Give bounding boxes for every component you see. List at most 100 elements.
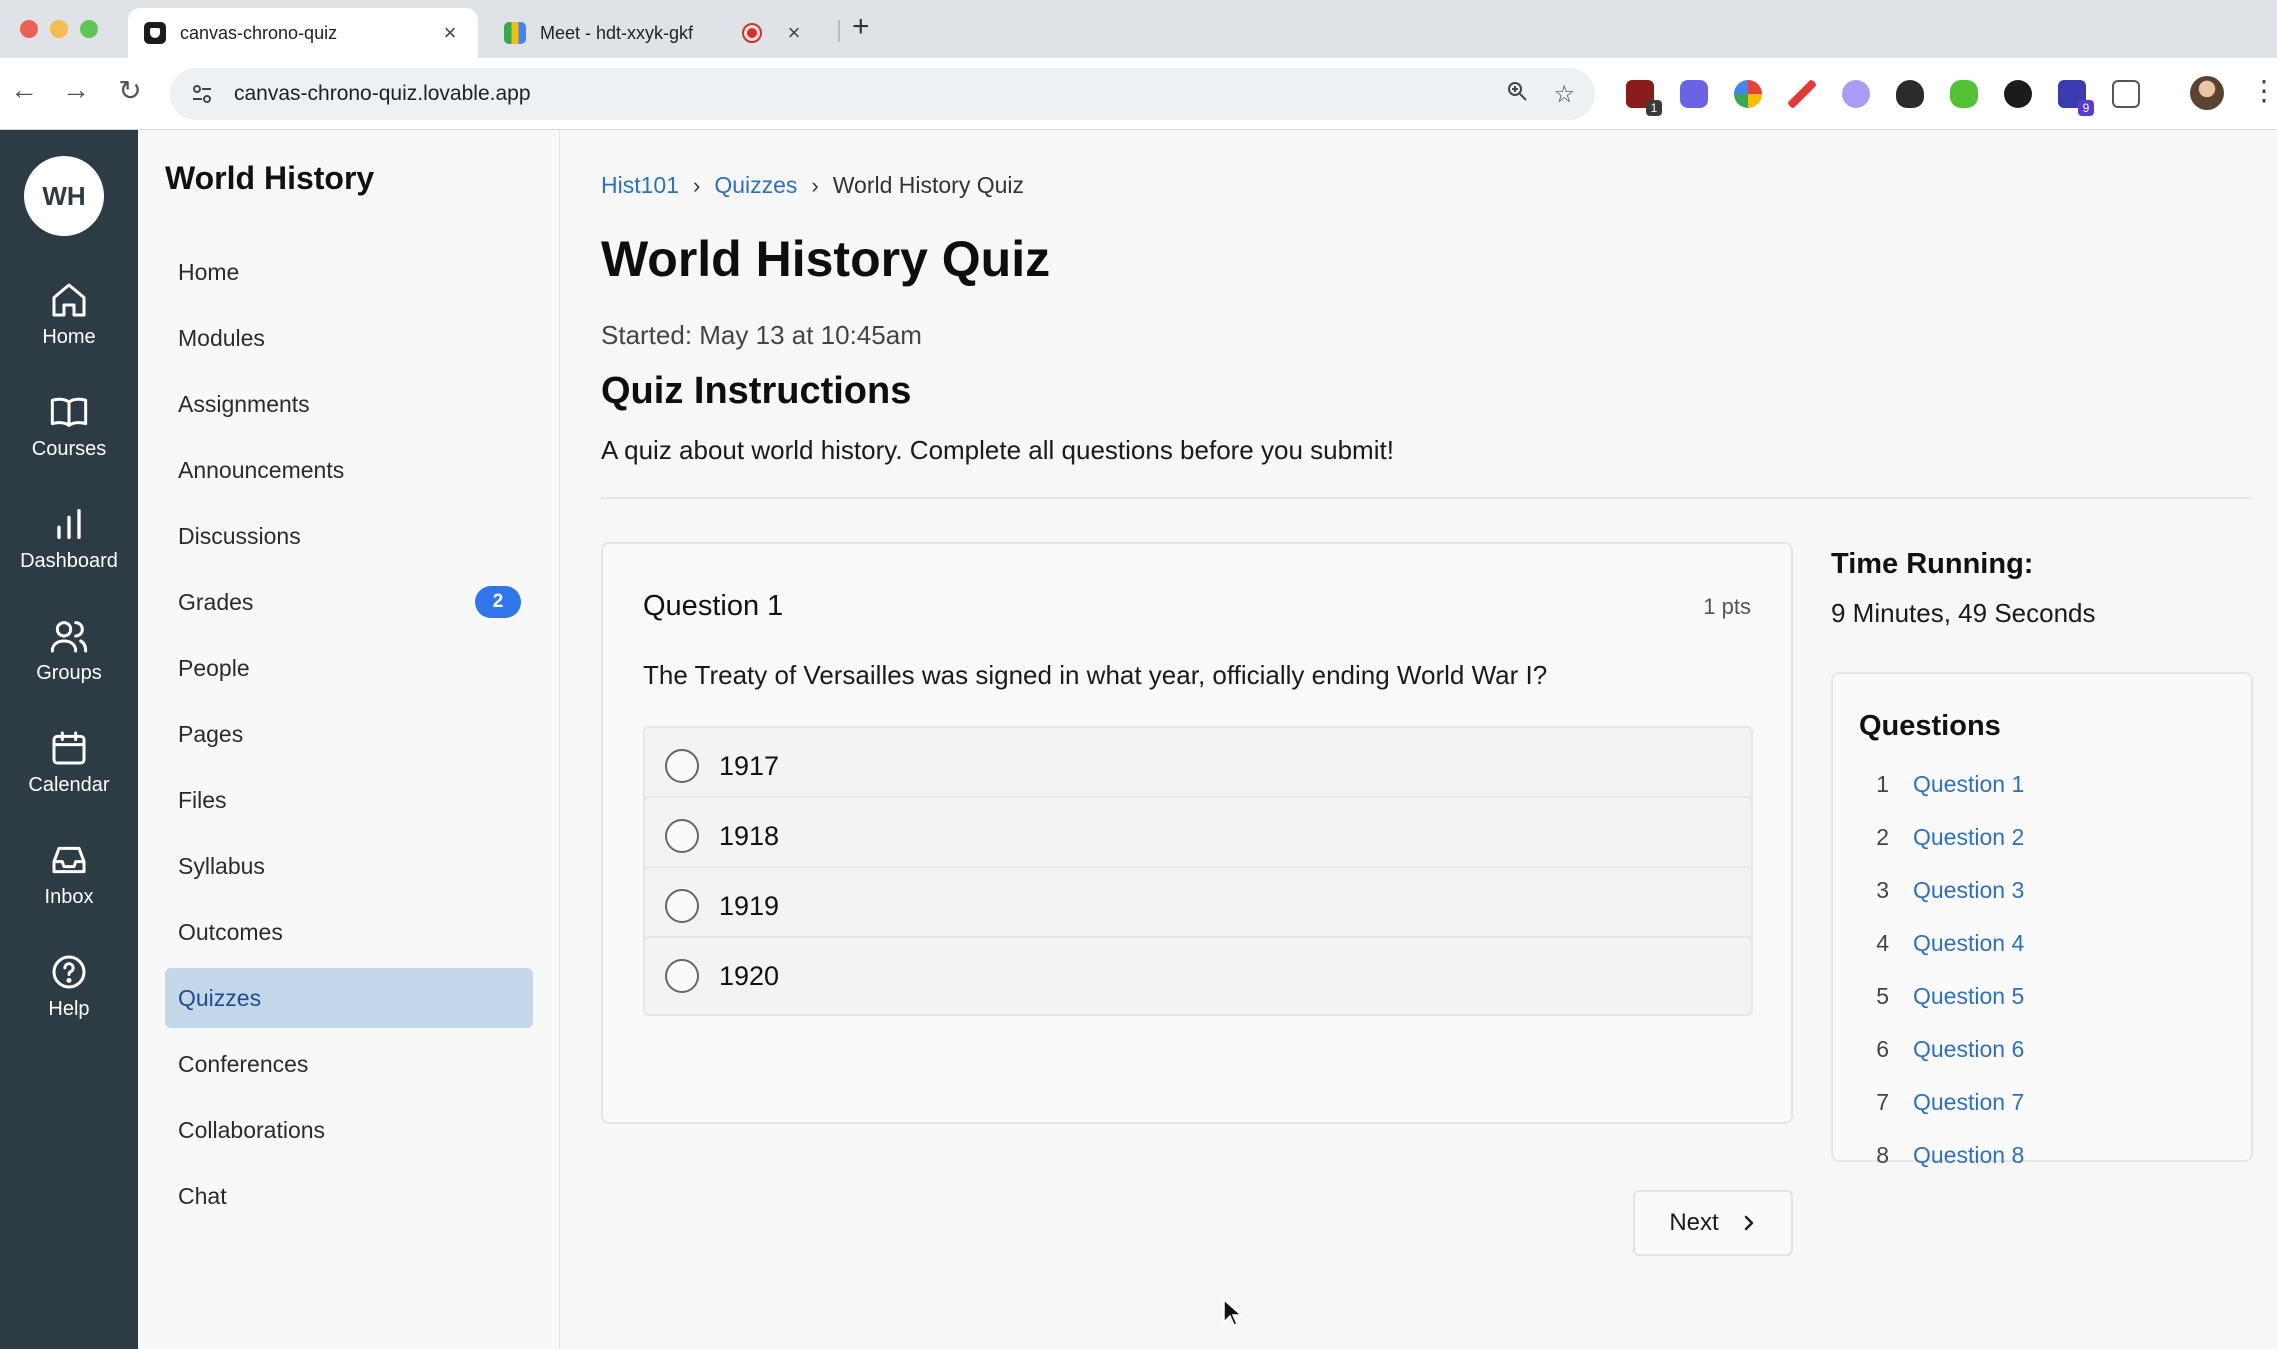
course-nav-conferences[interactable]: Conferences bbox=[165, 1034, 533, 1094]
global-nav-dashboard[interactable]: Dashboard bbox=[0, 504, 138, 604]
answer-option[interactable]: 1918 bbox=[643, 796, 1753, 876]
breadcrumb-course-link[interactable]: Hist101 bbox=[601, 172, 679, 199]
course-nav-label: Grades bbox=[178, 588, 254, 615]
forward-icon[interactable]: → bbox=[56, 74, 96, 106]
course-nav-outcomes[interactable]: Outcomes bbox=[165, 902, 533, 962]
zoom-icon[interactable] bbox=[1505, 79, 1529, 110]
course-nav-assignments[interactable]: Assignments bbox=[165, 374, 533, 434]
site-settings-icon[interactable] bbox=[190, 82, 214, 106]
window-zoom-button[interactable] bbox=[80, 20, 98, 38]
next-button[interactable]: Next bbox=[1633, 1190, 1793, 1256]
course-nav-home[interactable]: Home bbox=[165, 242, 533, 302]
global-nav-label: Inbox bbox=[44, 886, 94, 908]
breadcrumb-quizzes-link[interactable]: Quizzes bbox=[714, 172, 797, 199]
question-link-2[interactable]: 2 Question 2 bbox=[1859, 817, 2024, 857]
browser-tab-bar: canvas-chrono-quiz × Meet - hdt-xxyk-gkf… bbox=[0, 0, 2277, 58]
radio-button[interactable] bbox=[665, 749, 699, 783]
recording-icon bbox=[742, 23, 762, 43]
question-link-5[interactable]: 5 Question 5 bbox=[1859, 976, 2024, 1016]
chevron-right-icon bbox=[1744, 1215, 1753, 1231]
global-nav: WH Home Courses Dashboard Groups Calenda… bbox=[0, 130, 138, 1349]
extensions-puzzle-icon[interactable] bbox=[2112, 80, 2140, 108]
question-link-7[interactable]: 7 Question 7 bbox=[1859, 1082, 2024, 1122]
question-link-label: Question 4 bbox=[1913, 929, 2025, 956]
course-nav-discussions[interactable]: Discussions bbox=[165, 506, 533, 566]
global-nav-courses[interactable]: Courses bbox=[0, 392, 138, 492]
main-content: Hist101 › Quizzes › World History Quiz W… bbox=[561, 130, 2277, 1349]
answer-option[interactable]: 1919 bbox=[643, 866, 1753, 946]
extension-dark-icon[interactable] bbox=[2004, 80, 2032, 108]
window-minimize-button[interactable] bbox=[50, 20, 68, 38]
global-nav-label: Help bbox=[48, 998, 90, 1020]
answer-option[interactable]: 1917 bbox=[643, 726, 1753, 806]
answer-label: 1917 bbox=[719, 750, 780, 781]
question-link-3[interactable]: 3 Question 3 bbox=[1859, 870, 2024, 910]
window-close-button[interactable] bbox=[20, 20, 38, 38]
instructions-text: A quiz about world history. Complete all… bbox=[601, 435, 1394, 465]
home-icon bbox=[52, 283, 86, 317]
browser-tab-meet[interactable]: Meet - hdt-xxyk-gkf × bbox=[490, 8, 820, 58]
extension-blue-icon[interactable]: 9 bbox=[2058, 80, 2094, 116]
answer-label: 1919 bbox=[719, 890, 780, 921]
profile-avatar[interactable] bbox=[2190, 76, 2224, 110]
extension-pen-icon[interactable] bbox=[1788, 80, 1816, 108]
extension-shield-icon[interactable]: 1 bbox=[1626, 80, 1662, 116]
timer-label: Time Running: bbox=[1831, 548, 2034, 580]
radio-button[interactable] bbox=[665, 889, 699, 923]
new-tab-icon[interactable]: + bbox=[852, 10, 870, 44]
course-nav-files[interactable]: Files bbox=[165, 770, 533, 830]
breadcrumb-separator: › bbox=[811, 172, 819, 198]
tab-close-icon[interactable]: × bbox=[438, 20, 462, 46]
question-index: 3 bbox=[1876, 876, 1889, 903]
browser-tab-active[interactable]: canvas-chrono-quiz × bbox=[128, 8, 478, 58]
course-nav-modules[interactable]: Modules bbox=[165, 308, 533, 368]
extension-gear-icon[interactable] bbox=[1680, 80, 1708, 108]
reload-icon[interactable]: ↻ bbox=[110, 74, 150, 107]
lovable-favicon-icon bbox=[144, 22, 166, 44]
course-nav-chat[interactable]: Chat bbox=[165, 1166, 533, 1226]
address-bar[interactable]: canvas-chrono-quiz.lovable.app ☆ bbox=[170, 68, 1595, 120]
course-title: World History bbox=[165, 160, 375, 196]
course-nav-pages[interactable]: Pages bbox=[165, 704, 533, 764]
course-nav-announcements[interactable]: Announcements bbox=[165, 440, 533, 500]
question-link-8[interactable]: 8 Question 8 bbox=[1859, 1135, 2024, 1175]
question-link-1[interactable]: 1 Question 1 bbox=[1859, 764, 2024, 804]
help-circle-icon bbox=[52, 955, 86, 989]
course-nav-people[interactable]: People bbox=[165, 638, 533, 698]
extension-puzzle-green-icon[interactable] bbox=[1950, 80, 1978, 108]
course-nav-collaborations[interactable]: Collaborations bbox=[165, 1100, 533, 1160]
tab-separator bbox=[838, 20, 840, 42]
extension-hat-icon[interactable] bbox=[1896, 80, 1924, 108]
timer-value: 9 Minutes, 49 Seconds bbox=[1831, 598, 2096, 628]
global-nav-label: Home bbox=[42, 326, 96, 348]
course-nav-grades[interactable]: Grades 2 bbox=[165, 572, 533, 632]
global-nav-groups[interactable]: Groups bbox=[0, 616, 138, 716]
instructions-title: Quiz Instructions bbox=[601, 370, 912, 412]
back-icon[interactable]: ← bbox=[4, 74, 44, 106]
course-nav-quizzes[interactable]: Quizzes bbox=[165, 968, 533, 1028]
question-link-label: Question 6 bbox=[1913, 1035, 2025, 1062]
extension-cloud-icon[interactable] bbox=[1842, 80, 1870, 108]
radio-button[interactable] bbox=[665, 819, 699, 853]
global-nav-home[interactable]: Home bbox=[0, 280, 138, 380]
divider bbox=[601, 497, 2251, 499]
radio-button[interactable] bbox=[665, 959, 699, 993]
page-title: World History Quiz bbox=[601, 231, 1051, 287]
question-link-4[interactable]: 4 Question 4 bbox=[1859, 923, 2024, 963]
answer-option[interactable]: 1920 bbox=[643, 936, 1753, 1016]
global-nav-help[interactable]: Help bbox=[0, 952, 138, 1052]
global-nav-calendar[interactable]: Calendar bbox=[0, 728, 138, 828]
global-nav-label: Dashboard bbox=[20, 550, 118, 572]
tab-close-icon[interactable]: × bbox=[782, 20, 806, 46]
question-link-6[interactable]: 6 Question 6 bbox=[1859, 1029, 2024, 1069]
next-label: Next bbox=[1669, 1209, 1719, 1236]
browser-menu-icon[interactable]: ⋮ bbox=[2250, 74, 2277, 107]
tab-title: Meet - hdt-xxyk-gkf bbox=[540, 22, 694, 43]
course-nav-syllabus[interactable]: Syllabus bbox=[165, 836, 533, 896]
user-avatar[interactable]: WH bbox=[24, 156, 104, 236]
bookmark-star-icon[interactable]: ☆ bbox=[1553, 80, 1575, 109]
question-index: 7 bbox=[1876, 1088, 1889, 1115]
extension-color-icon[interactable] bbox=[1734, 80, 1762, 108]
global-nav-inbox[interactable]: Inbox bbox=[0, 840, 138, 940]
quiz-started-time: Started: May 13 at 10:45am bbox=[601, 320, 922, 350]
